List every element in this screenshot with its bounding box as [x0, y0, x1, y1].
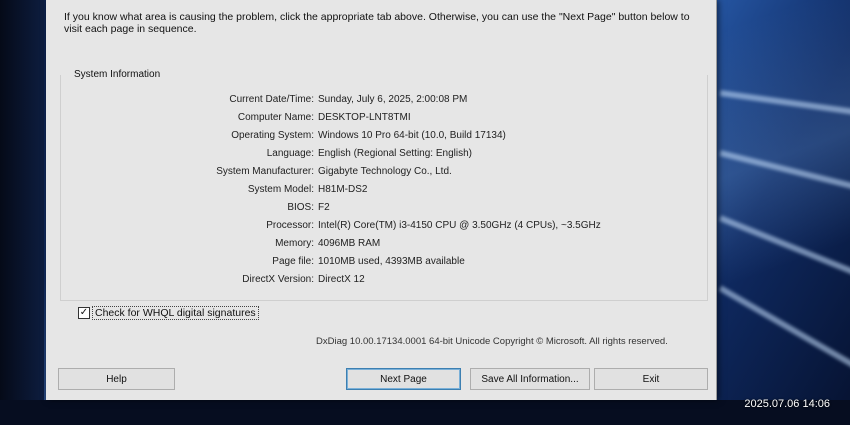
monitor-bezel	[0, 400, 850, 425]
info-value: 4096MB RAM	[318, 238, 381, 249]
info-label: DirectX Version:	[242, 274, 314, 285]
info-value: H81M-DS2	[318, 184, 368, 195]
info-row: Current Date/Time: Sunday, July 6, 2025, …	[46, 94, 467, 110]
info-label: System Model:	[247, 184, 314, 195]
info-row: Computer Name: DESKTOP-LNT8TMI	[46, 112, 411, 128]
whql-checkbox[interactable]: ✓ Check for WHQL digital signatures	[78, 306, 259, 320]
dxdiag-window: If you know what area is causing the pro…	[46, 0, 717, 400]
photo-timestamp: 2025.07.06 14:06	[744, 398, 830, 410]
info-value: F2	[318, 202, 330, 213]
info-row: Processor: Intel(R) Core(TM) i3-4150 CPU …	[46, 220, 601, 236]
save-all-button[interactable]: Save All Information...	[470, 368, 590, 390]
info-label: Computer Name:	[237, 112, 314, 123]
exit-button[interactable]: Exit	[594, 368, 708, 390]
info-row: Page file: 1010MB used, 4393MB available	[46, 256, 464, 272]
group-title: System Information	[74, 69, 161, 80]
info-value: DirectX 12	[318, 274, 365, 285]
info-value: 1010MB used, 4393MB available	[318, 256, 465, 267]
monitor-bezel	[0, 0, 44, 425]
info-value: Windows 10 Pro 64-bit (10.0, Build 17134…	[318, 130, 506, 141]
info-label: Language:	[266, 148, 314, 159]
info-label: System Manufacturer:	[216, 166, 314, 177]
info-label: Memory:	[275, 238, 314, 249]
info-label: Current Date/Time:	[229, 94, 314, 105]
info-row: DirectX Version: DirectX 12	[46, 274, 364, 290]
checkbox-icon[interactable]: ✓	[78, 307, 90, 319]
help-button[interactable]: Help	[58, 368, 175, 390]
info-value: DESKTOP-LNT8TMI	[318, 112, 411, 123]
intro-text: If you know what area is causing the pro…	[64, 11, 690, 35]
version-text: DxDiag 10.00.17134.0001 64-bit Unicode C…	[316, 336, 668, 347]
info-value: English (Regional Setting: English)	[318, 148, 472, 159]
info-label: Page file:	[272, 256, 314, 267]
info-value: Gigabyte Technology Co., Ltd.	[318, 166, 452, 177]
info-row: Operating System: Windows 10 Pro 64-bit (…	[46, 130, 506, 146]
info-row: System Manufacturer: Gigabyte Technology …	[46, 166, 452, 182]
info-row: System Model: H81M-DS2	[46, 184, 368, 200]
info-label: Processor:	[266, 220, 314, 231]
info-value: Sunday, July 6, 2025, 2:00:08 PM	[318, 94, 468, 105]
info-row: Memory: 4096MB RAM	[46, 238, 380, 254]
info-row: BIOS: F2	[46, 202, 329, 218]
info-label: Operating System:	[231, 130, 314, 141]
info-row: Language: English (Regional Setting: Engl…	[46, 148, 472, 164]
next-page-button[interactable]: Next Page	[346, 368, 461, 390]
info-label: BIOS:	[287, 202, 314, 213]
whql-label[interactable]: Check for WHQL digital signatures	[92, 306, 259, 320]
info-value: Intel(R) Core(TM) i3-4150 CPU @ 3.50GHz …	[318, 220, 601, 231]
